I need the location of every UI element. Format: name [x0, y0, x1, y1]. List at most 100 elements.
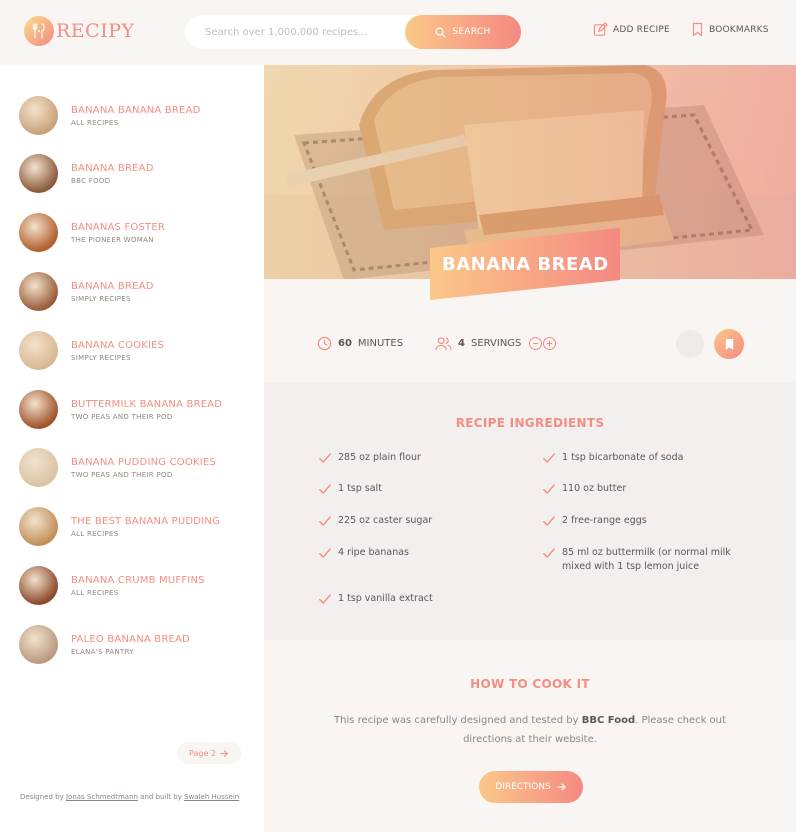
ingredient-text: 285 oz plain flour — [338, 452, 421, 463]
result-thumbnail — [19, 330, 58, 370]
builder-link[interactable]: Swaleh Hussein — [184, 793, 239, 801]
result-title: BUTTERMILK BANANA BREAD — [71, 398, 223, 410]
result-title: BANANAS FOSTER — [71, 222, 166, 234]
result-thumbnail — [19, 624, 58, 664]
result-text: BANANA COOKIES SIMPLY RECIPES — [71, 339, 164, 362]
recipe-duration: 60 MINUTES — [317, 336, 403, 351]
result-title: BANANA CRUMB MUFFINS — [71, 574, 205, 586]
result-title: THE BEST BANANA PUDDING — [71, 516, 220, 528]
result-thumbnail — [19, 154, 58, 194]
result-title: BANANA BREAD — [71, 163, 154, 175]
search-result-item[interactable]: BANANA BREAD SIMPLY RECIPES — [19, 271, 249, 311]
credit-middle: and built by — [140, 793, 182, 801]
check-icon — [543, 453, 555, 463]
result-thumbnail — [19, 389, 58, 429]
directions-button[interactable]: DIRECTIONS — [479, 771, 583, 803]
result-text: PALEO BANANA BREAD ELANA'S PANTRY — [71, 633, 190, 656]
result-publisher: ELANA'S PANTRY — [71, 647, 134, 656]
decrease-servings-button[interactable] — [529, 337, 543, 350]
recipe-details: 60 MINUTES 4 SERVINGS — [264, 279, 796, 382]
directions-heading: HOW TO COOK IT — [470, 677, 590, 691]
ingredient-text: 1 tsp salt — [338, 483, 382, 494]
recipe-servings: 4 SERVINGS — [435, 336, 557, 351]
check-icon — [543, 548, 555, 558]
header: RECIPY SEARCH ADD RECIPE BOOKMARKS — [0, 0, 796, 65]
bookmark-icon — [725, 338, 733, 350]
ingredient-item: 85 ml oz buttermilk (or normal milk mixe… — [542, 546, 742, 574]
clock-icon — [317, 336, 332, 351]
add-recipe-label: ADD RECIPE — [613, 24, 670, 35]
bookmarks-label: BOOKMARKS — [709, 24, 769, 35]
ingredient-item: 2 free-range eggs — [542, 514, 742, 528]
search-icon — [435, 27, 447, 38]
result-publisher: SIMPLY RECIPES — [71, 294, 131, 303]
result-publisher: THE PIONEER WOMAN — [71, 236, 154, 245]
result-thumbnail — [19, 213, 58, 253]
result-title: BANANA COOKIES — [71, 339, 165, 351]
search-button-label: SEARCH — [452, 27, 491, 37]
bookmark-icon — [692, 22, 703, 37]
logo-text: RECIPY — [56, 20, 135, 42]
credit-prefix: Designed by — [20, 793, 64, 801]
ingredient-text: 1 tsp vanilla extract — [338, 593, 433, 604]
ingredient-item: 4 ripe bananas — [318, 546, 508, 560]
result-title: PALEO BANANA BREAD — [71, 633, 190, 645]
minus-circle-icon — [533, 342, 539, 345]
ingredient-text: 2 free-range eggs — [562, 515, 647, 526]
check-icon — [319, 453, 331, 463]
check-icon — [319, 516, 331, 526]
result-text: BANANA CRUMB MUFFINS ALL RECIPES — [71, 574, 205, 597]
result-title: BANANA PUDDING COOKIES — [71, 457, 216, 469]
result-text: BANANA BREAD BBC FOOD — [71, 162, 154, 185]
search-result-item[interactable]: PALEO BANANA BREAD ELANA'S PANTRY — [19, 624, 249, 664]
result-publisher: BBC FOOD — [71, 177, 111, 186]
result-publisher: TWO PEAS AND THEIR POD — [71, 412, 173, 421]
copyright-credit: Designed by Jonas Schmedtmann and built … — [20, 792, 240, 803]
increase-servings-button[interactable] — [543, 337, 557, 350]
search-result-item[interactable]: BANANA COOKIES SIMPLY RECIPES — [19, 330, 249, 370]
check-icon — [319, 548, 331, 558]
designer-link[interactable]: Jonas Schmedtmann — [66, 793, 138, 801]
result-text: BANANA BANANA BREAD ALL RECIPES — [71, 104, 201, 127]
ingredient-item: 1 tsp bicarbonate of soda — [542, 451, 742, 465]
ingredients-heading: RECIPE INGREDIENTS — [455, 416, 605, 430]
result-text: BANANA BREAD SIMPLY RECIPES — [71, 280, 154, 303]
search-result-item[interactable]: BANANA BANANA BREAD ALL RECIPES — [19, 95, 249, 135]
search-result-item[interactable]: BANANA CRUMB MUFFINS ALL RECIPES — [19, 565, 249, 605]
bookmark-recipe-button[interactable] — [714, 329, 744, 359]
directions-publisher: BBC Food — [581, 715, 636, 726]
ingredient-text: 110 oz butter — [562, 483, 627, 494]
search-result-item[interactable]: BANANA BREAD BBC FOOD — [19, 154, 249, 194]
bookmarks-button[interactable]: BOOKMARKS — [691, 22, 769, 37]
servings-value: 4 — [458, 338, 465, 349]
directions-text-before: This recipe was carefully designed and t… — [334, 715, 579, 726]
check-icon — [319, 484, 331, 494]
duration-value: 60 — [338, 338, 352, 349]
ingredient-text: 4 ripe bananas — [338, 547, 409, 558]
result-thumbnail — [19, 448, 58, 488]
next-page-label: Page 2 — [189, 748, 216, 758]
ingredient-item: 1 tsp vanilla extract — [318, 592, 508, 606]
ingredient-text: 85 ml oz buttermilk (or normal milk mixe… — [562, 547, 731, 572]
search-result-item[interactable]: BUTTERMILK BANANA BREAD TWO PEAS AND THEI… — [19, 389, 249, 429]
logo[interactable]: RECIPY — [24, 16, 135, 46]
search-result-item[interactable]: BANANA PUDDING COOKIES TWO PEAS AND THEIR… — [19, 448, 249, 488]
add-recipe-button[interactable]: ADD RECIPE — [593, 22, 670, 37]
search-button[interactable]: SEARCH — [405, 15, 521, 49]
result-text: THE BEST BANANA PUDDING ALL RECIPES — [71, 515, 220, 538]
duration-label: MINUTES — [357, 338, 404, 349]
search-result-item[interactable]: BANANAS FOSTER THE PIONEER WOMAN — [19, 213, 249, 253]
result-thumbnail — [19, 507, 58, 547]
search-result-item[interactable]: THE BEST BANANA PUDDING ALL RECIPES — [19, 507, 249, 547]
check-icon — [319, 594, 331, 604]
search-form: SEARCH — [185, 15, 521, 49]
ingredient-text: 225 oz caster sugar — [338, 515, 433, 526]
result-title: BANANA BANANA BREAD — [71, 104, 201, 116]
result-thumbnail — [19, 271, 58, 311]
result-publisher: SIMPLY RECIPES — [71, 353, 131, 362]
ingredient-item: 110 oz butter — [542, 482, 742, 496]
result-text: BUTTERMILK BANANA BREAD TWO PEAS AND THEI… — [71, 398, 222, 421]
next-page-button[interactable]: Page 2 — [177, 742, 241, 764]
arrow-right-icon — [557, 783, 566, 791]
search-input[interactable] — [185, 15, 405, 49]
